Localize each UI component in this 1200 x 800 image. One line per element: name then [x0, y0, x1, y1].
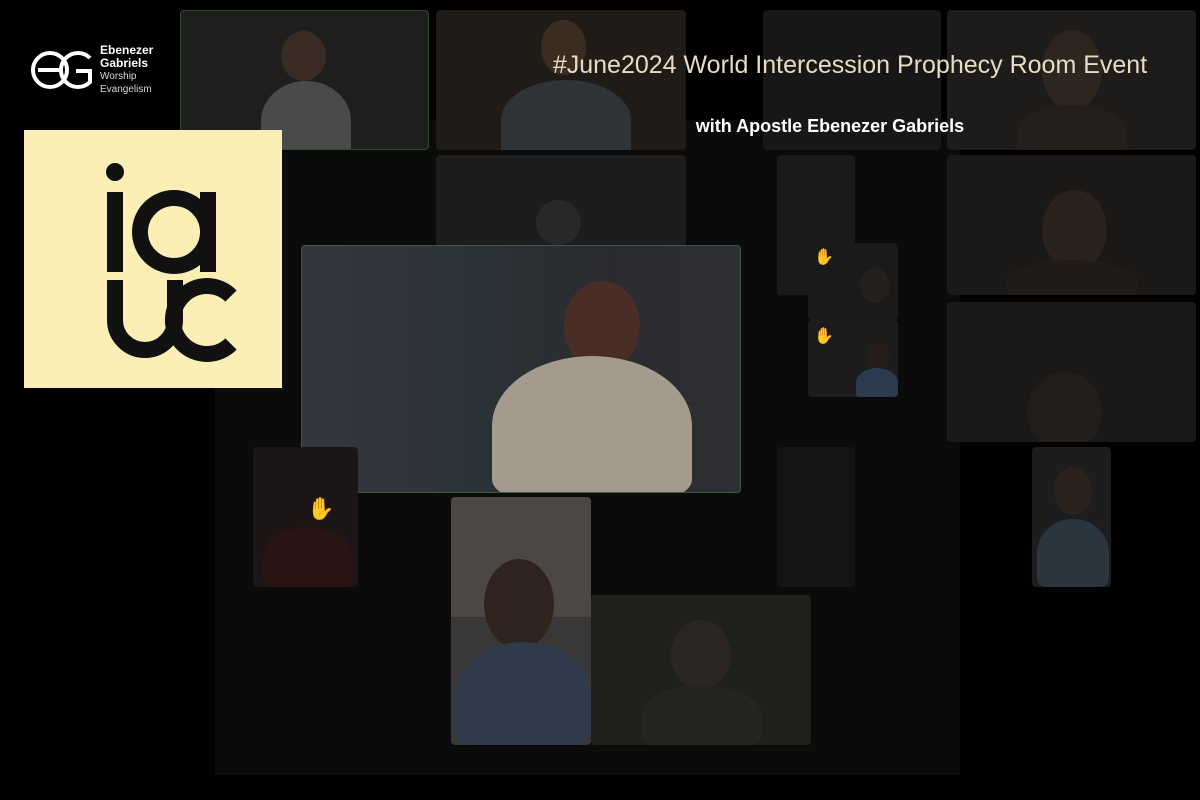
brand-text: Ebenezer Gabriels Worship Evangelism [100, 44, 153, 96]
iauc-logo [24, 130, 282, 388]
brand-tagline-line2: Evangelism [100, 84, 152, 95]
brand-name-line2: Gabriels [100, 56, 149, 70]
participant-body [492, 356, 692, 492]
video-conference-screenshot: ✋ ✋ ✋ Ebenezer Gabriels Worship Evangeli… [0, 0, 1200, 800]
participant-avatar [1054, 467, 1092, 515]
participant-tile-15[interactable] [777, 447, 855, 587]
participant-body [501, 80, 631, 150]
participant-avatar [536, 200, 581, 245]
participant-tile-14[interactable] [591, 595, 811, 745]
event-title: #June2024 World Intercession Prophecy Ro… [552, 51, 1148, 79]
participant-body [456, 642, 591, 745]
participant-body [263, 527, 353, 587]
raised-hand-icon: ✋ [814, 247, 834, 266]
event-subtitle: with Apostle Ebenezer Gabriels [695, 116, 965, 136]
participant-avatar [1027, 372, 1102, 442]
center-speaker[interactable] [301, 245, 741, 493]
participant-body [1007, 260, 1137, 295]
brand-tagline-line1: Worship [100, 71, 137, 82]
ebenezer-gabriels-logo: Ebenezer Gabriels Worship Evangelism [28, 40, 178, 100]
participant-avatar [1042, 190, 1107, 270]
participant-tile-7[interactable] [947, 155, 1196, 295]
participant-tile-10[interactable] [947, 302, 1196, 442]
participant-body [856, 368, 898, 397]
participant-body [1037, 519, 1109, 587]
eg-monogram-icon [31, 51, 92, 89]
participant-tile-9[interactable]: ✋ [808, 320, 898, 397]
participant-tile-1[interactable] [180, 10, 429, 150]
raised-hand-icon: ✋ [814, 326, 834, 345]
participant-tile-11[interactable]: ✋ [253, 447, 358, 587]
participant-avatar [281, 31, 326, 81]
iauc-wordmark-icon [106, 163, 237, 362]
participant-tile-13[interactable] [451, 497, 591, 745]
participant-body [641, 685, 761, 745]
participant-tile-8[interactable]: ✋ [808, 243, 898, 320]
raised-hand-icon: ✋ [307, 497, 335, 522]
participant-tile-12[interactable] [1032, 447, 1111, 587]
participant-avatar [671, 620, 731, 690]
participant-avatar [860, 268, 890, 303]
participant-avatar [484, 559, 554, 649]
